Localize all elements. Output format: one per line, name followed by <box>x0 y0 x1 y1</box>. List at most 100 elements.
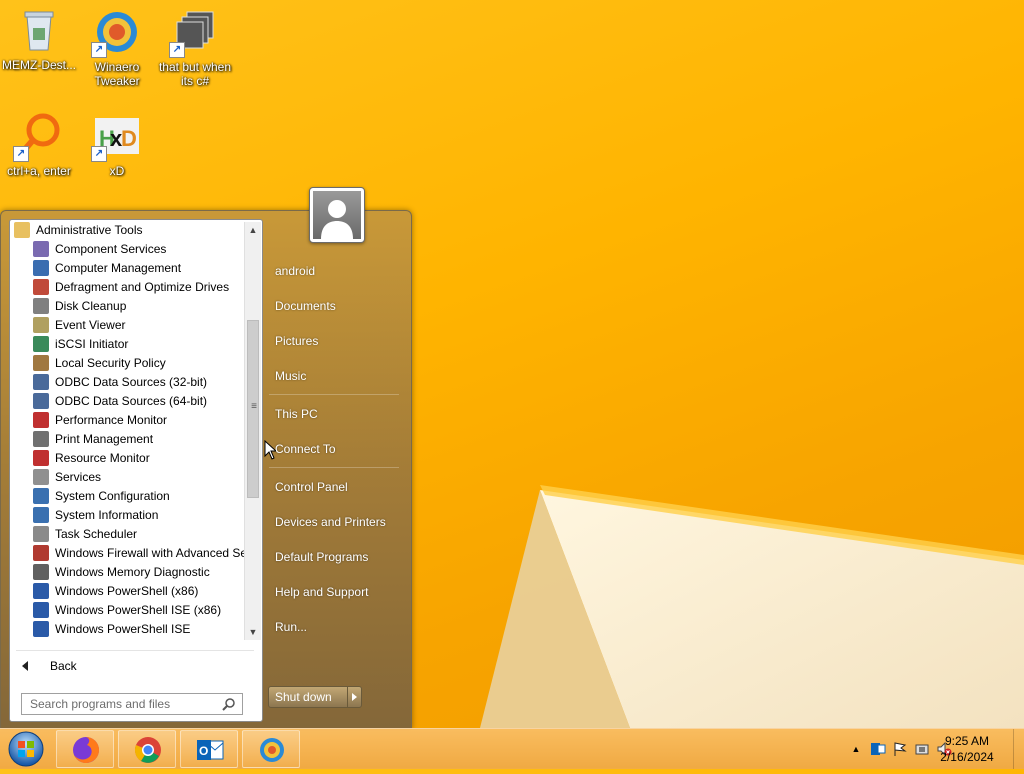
shortcut-arrow-icon: ↗ <box>91 146 107 162</box>
program-icon <box>33 354 49 371</box>
program-item[interactable]: Event Viewer <box>10 315 244 334</box>
start-button[interactable] <box>6 729 46 769</box>
right-item-label: Music <box>275 369 307 383</box>
program-item[interactable]: ODBC Data Sources (32-bit) <box>10 372 244 391</box>
program-item[interactable]: Windows PowerShell ISE <box>10 619 244 638</box>
taskbar-chrome[interactable] <box>118 730 176 768</box>
chrome-icon <box>134 737 161 763</box>
network-icon[interactable] <box>914 741 930 757</box>
search-icon <box>222 698 235 711</box>
music-link[interactable]: Music <box>267 365 403 387</box>
desktop-icon-memz[interactable]: MEMZ-Dest... <box>0 6 78 72</box>
right-item-label: Connect To <box>275 442 336 456</box>
documents-link[interactable]: Documents <box>267 295 403 317</box>
show-desktop-button[interactable] <box>1013 729 1024 769</box>
program-item[interactable]: Windows Firewall with Advanced Se <box>10 543 244 562</box>
search-input[interactable]: Search programs and files <box>21 693 243 715</box>
taskbar-outlook[interactable]: O <box>180 730 238 768</box>
program-item[interactable]: Computer Management <box>10 258 244 277</box>
program-item[interactable]: Performance Monitor <box>10 410 244 429</box>
program-item[interactable]: Services <box>10 467 244 486</box>
program-icon <box>33 278 49 295</box>
program-icon <box>33 373 49 390</box>
program-item[interactable]: System Information <box>10 505 244 524</box>
program-label: Event Viewer <box>55 317 126 332</box>
back-button[interactable]: Back <box>16 650 254 677</box>
program-list: Administrative Tools Component Services C… <box>10 220 244 642</box>
program-item[interactable]: Resource Monitor <box>10 448 244 467</box>
program-label: iSCSI Initiator <box>55 336 129 351</box>
pictures-link[interactable]: Pictures <box>267 330 403 352</box>
outlook-tray-icon[interactable] <box>870 741 886 757</box>
program-item[interactable]: iSCSI Initiator <box>10 334 244 353</box>
user-avatar-icon <box>321 200 353 239</box>
program-icon <box>33 335 49 352</box>
shortcut-stack-icon: ↗ <box>169 8 219 58</box>
program-icon <box>33 316 49 333</box>
connect-to-link[interactable]: Connect To <box>267 438 403 460</box>
desktop-icon-label: xD <box>109 164 125 178</box>
right-item-label: This PC <box>275 407 318 421</box>
program-item[interactable]: System Configuration <box>10 486 244 505</box>
right-item-label: Devices and Printers <box>275 515 386 529</box>
program-label: Task Scheduler <box>55 526 138 541</box>
desktop-icon-label: Winaero Tweaker <box>94 60 140 88</box>
user-folder-link[interactable]: android <box>267 260 403 282</box>
taskbar: O ▲ 9:25 AM 2/16/2024 <box>0 728 1024 769</box>
clock-date: 2/16/2024 <box>940 750 994 764</box>
program-item[interactable]: Defragment and Optimize Drives <box>10 277 244 296</box>
right-item-label: android <box>275 264 316 278</box>
program-label: Services <box>55 469 102 484</box>
scroll-thumb[interactable]: ≡ <box>247 320 259 498</box>
program-item[interactable]: ODBC Data Sources (64-bit) <box>10 391 244 410</box>
shutdown-button[interactable]: Shut down <box>268 686 362 708</box>
separator <box>269 394 399 395</box>
control-panel-link[interactable]: Control Panel <box>267 476 403 498</box>
clock[interactable]: 9:25 AM 2/16/2024 <box>932 733 1002 765</box>
help-and-support-link[interactable]: Help and Support <box>267 581 403 603</box>
user-picture[interactable] <box>309 187 365 243</box>
taskbar-edge[interactable] <box>242 730 300 768</box>
show-hidden-icons-icon[interactable]: ▲ <box>848 741 864 757</box>
program-label: Print Management <box>55 431 154 446</box>
scroll-down-icon[interactable]: ▼ <box>245 624 261 640</box>
this-pc-link[interactable]: This PC <box>267 403 403 425</box>
run-link[interactable]: Run... <box>267 616 403 638</box>
program-icon <box>33 240 49 257</box>
action-center-flag-icon[interactable] <box>892 741 908 757</box>
program-item[interactable]: Task Scheduler <box>10 524 244 543</box>
program-item[interactable]: Windows PowerShell ISE (x86) <box>10 600 244 619</box>
taskbar-firefox[interactable] <box>56 730 114 768</box>
desktop-icon-xd[interactable]: H x D ↗ xD <box>78 112 156 178</box>
program-item[interactable]: Windows PowerShell (x86) <box>10 581 244 600</box>
folder-administrative-tools[interactable]: Administrative Tools <box>10 220 244 239</box>
program-icon <box>33 411 49 428</box>
program-item[interactable]: Local Security Policy <box>10 353 244 372</box>
clock-time: 9:25 AM <box>944 734 990 748</box>
program-label: System Information <box>55 507 159 522</box>
program-label: Component Services <box>55 241 167 256</box>
svg-text:D: D <box>121 126 137 151</box>
program-icon <box>33 601 49 618</box>
scroll-up-icon[interactable]: ▲ <box>245 222 261 238</box>
program-item[interactable]: Windows Memory Diagnostic <box>10 562 244 581</box>
hxd-icon: H x D ↗ <box>91 112 141 162</box>
program-list-scrollbar[interactable]: ▲ ≡ ▼ <box>244 222 261 640</box>
program-item[interactable]: Component Services <box>10 239 244 258</box>
default-programs-link[interactable]: Default Programs <box>267 546 403 568</box>
desktop-icon-label: MEMZ-Dest... <box>2 58 76 72</box>
program-label: Disk Cleanup <box>55 298 127 313</box>
desktop-icon-shortcut-stack[interactable]: ↗ that but when its c# <box>156 8 234 88</box>
outlook-icon: O <box>197 740 224 760</box>
devices-and-printers-link[interactable]: Devices and Printers <box>267 511 403 533</box>
program-icon <box>33 259 49 276</box>
firefox-icon <box>73 737 99 763</box>
grip-icon: ≡ <box>251 401 257 412</box>
shortcut-arrow-icon: ↗ <box>91 42 107 58</box>
separator <box>269 467 399 468</box>
desktop-icon-winaero[interactable]: ↗ Winaero Tweaker <box>78 8 156 88</box>
desktop-icon-ctrl-a-enter[interactable]: ↗ ctrl+a, enter <box>0 112 78 178</box>
program-item[interactable]: Disk Cleanup <box>10 296 244 315</box>
shutdown-options-arrow-icon[interactable] <box>348 687 361 707</box>
program-item[interactable]: Print Management <box>10 429 244 448</box>
